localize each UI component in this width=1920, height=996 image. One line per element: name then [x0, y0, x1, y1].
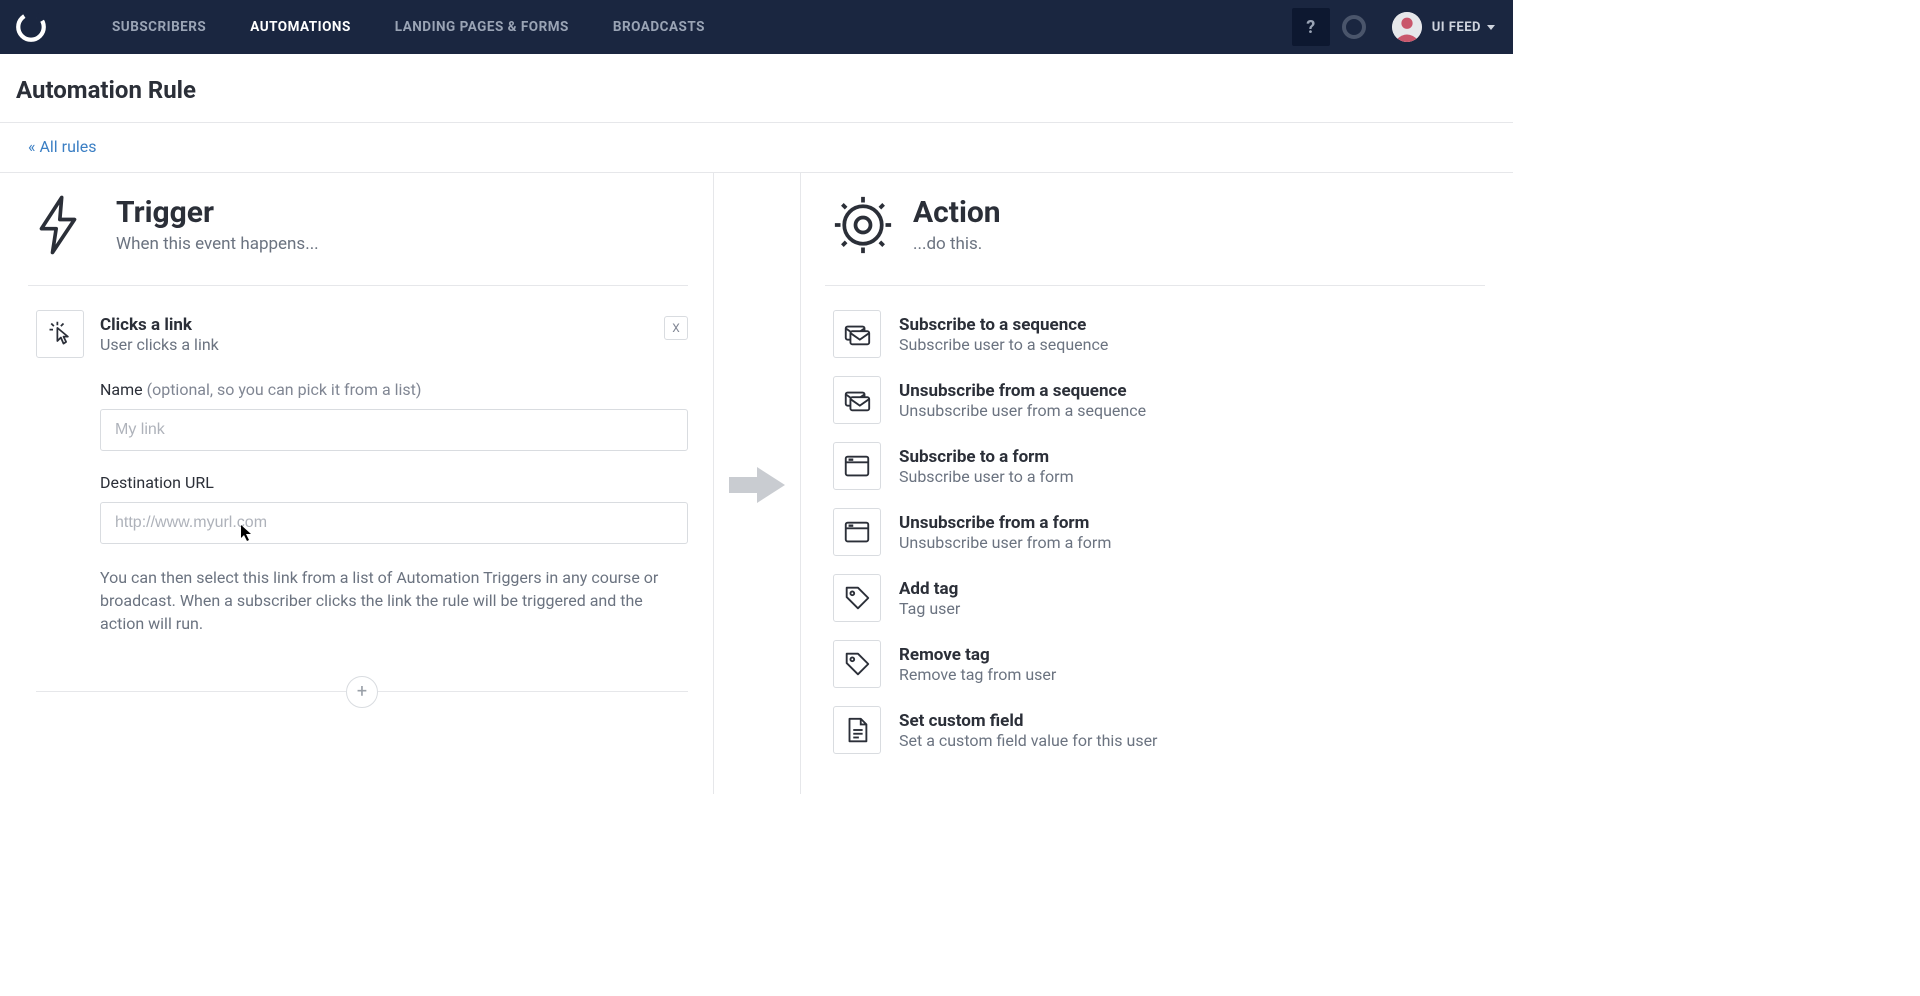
tag-icon	[833, 574, 881, 622]
action-item-title: Set custom field	[899, 711, 1157, 731]
add-trigger-button[interactable]: +	[346, 676, 378, 708]
lightning-icon	[36, 195, 92, 259]
url-label: Destination URL	[100, 473, 688, 492]
selected-trigger-title: Clicks a link	[100, 315, 219, 335]
trigger-column: Trigger When this event happens...	[0, 173, 757, 794]
name-input[interactable]	[100, 409, 688, 451]
form-icon	[833, 508, 881, 556]
action-item-subscribe-to-a-sequence[interactable]: Subscribe to a sequenceSubscribe user to…	[833, 310, 1485, 358]
action-item-subtitle: Tag user	[899, 599, 960, 618]
action-item-title: Unsubscribe from a sequence	[899, 381, 1146, 401]
action-item-subtitle: Unsubscribe user from a sequence	[899, 401, 1146, 420]
action-item-subtitle: Set a custom field value for this user	[899, 731, 1157, 750]
main-content: Trigger When this event happens...	[0, 173, 1513, 794]
trigger-header: Trigger When this event happens...	[28, 195, 688, 286]
name-label: Name (optional, so you can pick it from …	[100, 380, 688, 399]
action-heading: Action	[913, 195, 1001, 230]
gear-icon	[833, 195, 889, 259]
nav-links: SUBSCRIBERS AUTOMATIONS LANDING PAGES & …	[90, 0, 727, 54]
action-item-set-custom-field[interactable]: Set custom fieldSet a custom field value…	[833, 706, 1485, 754]
action-item-title: Unsubscribe from a form	[899, 513, 1111, 533]
action-header: Action ...do this.	[825, 195, 1485, 286]
nav-subscribers[interactable]: SUBSCRIBERS	[90, 0, 228, 54]
action-item-unsubscribe-from-a-form[interactable]: Unsubscribe from a formUnsubscribe user …	[833, 508, 1485, 556]
nav-automations[interactable]: AUTOMATIONS	[228, 0, 373, 54]
action-item-unsubscribe-from-a-sequence[interactable]: Unsubscribe from a sequenceUnsubscribe u…	[833, 376, 1485, 424]
top-nav: SUBSCRIBERS AUTOMATIONS LANDING PAGES & …	[0, 0, 1513, 54]
tag-icon	[833, 640, 881, 688]
name-label-text: Name	[100, 380, 147, 399]
logo-icon	[14, 10, 48, 44]
add-trigger-row: +	[36, 676, 688, 708]
user-menu-label: UI FEED	[1432, 20, 1481, 35]
avatar-icon	[1392, 12, 1422, 42]
action-item-title: Add tag	[899, 579, 960, 599]
help-button[interactable]: ?	[1292, 8, 1330, 46]
breadcrumb-all-rules[interactable]: « All rules	[28, 137, 97, 156]
form-icon	[833, 442, 881, 490]
nav-broadcasts[interactable]: BROADCASTS	[591, 0, 727, 54]
sequence-icon	[833, 376, 881, 424]
action-item-subtitle: Subscribe user to a sequence	[899, 335, 1108, 354]
action-item-title: Subscribe to a form	[899, 447, 1074, 467]
trigger-heading: Trigger	[116, 195, 319, 230]
page-title-bar: Automation Rule	[0, 54, 1513, 122]
brand-logo[interactable]	[12, 8, 50, 46]
name-label-hint: (optional, so you can pick it from a lis…	[147, 380, 422, 399]
action-item-title: Remove tag	[899, 645, 1056, 665]
action-item-add-tag[interactable]: Add tagTag user	[833, 574, 1485, 622]
selected-trigger: Clicks a link User clicks a link X	[36, 310, 688, 358]
action-item-title: Subscribe to a sequence	[899, 315, 1108, 335]
url-input[interactable]	[100, 502, 688, 544]
action-list: Subscribe to a sequenceSubscribe user to…	[825, 310, 1485, 754]
action-item-subscribe-to-a-form[interactable]: Subscribe to a formSubscribe user to a f…	[833, 442, 1485, 490]
nav-landing-pages[interactable]: LANDING PAGES & FORMS	[373, 0, 591, 54]
trigger-help-text: You can then select this link from a lis…	[100, 566, 688, 636]
remove-trigger-button[interactable]: X	[664, 316, 688, 340]
action-item-subtitle: Subscribe user to a form	[899, 467, 1074, 486]
user-menu[interactable]: UI FEED	[1392, 12, 1495, 42]
action-item-remove-tag[interactable]: Remove tagRemove tag from user	[833, 640, 1485, 688]
field-icon	[833, 706, 881, 754]
status-indicator-icon[interactable]	[1342, 15, 1366, 39]
sequence-icon	[833, 310, 881, 358]
action-subheading: ...do this.	[913, 234, 1001, 254]
chevron-down-icon	[1487, 25, 1495, 30]
action-item-subtitle: Unsubscribe user from a form	[899, 533, 1111, 552]
action-column: Action ...do this. Subscribe to a sequen…	[757, 173, 1513, 794]
trigger-form: Name (optional, so you can pick it from …	[36, 380, 688, 636]
page-title: Automation Rule	[16, 76, 1497, 104]
pointer-click-icon	[36, 310, 84, 358]
action-item-subtitle: Remove tag from user	[899, 665, 1056, 684]
trigger-subheading: When this event happens...	[116, 234, 319, 254]
selected-trigger-subtitle: User clicks a link	[100, 335, 219, 354]
breadcrumb-bar: « All rules	[0, 122, 1513, 173]
